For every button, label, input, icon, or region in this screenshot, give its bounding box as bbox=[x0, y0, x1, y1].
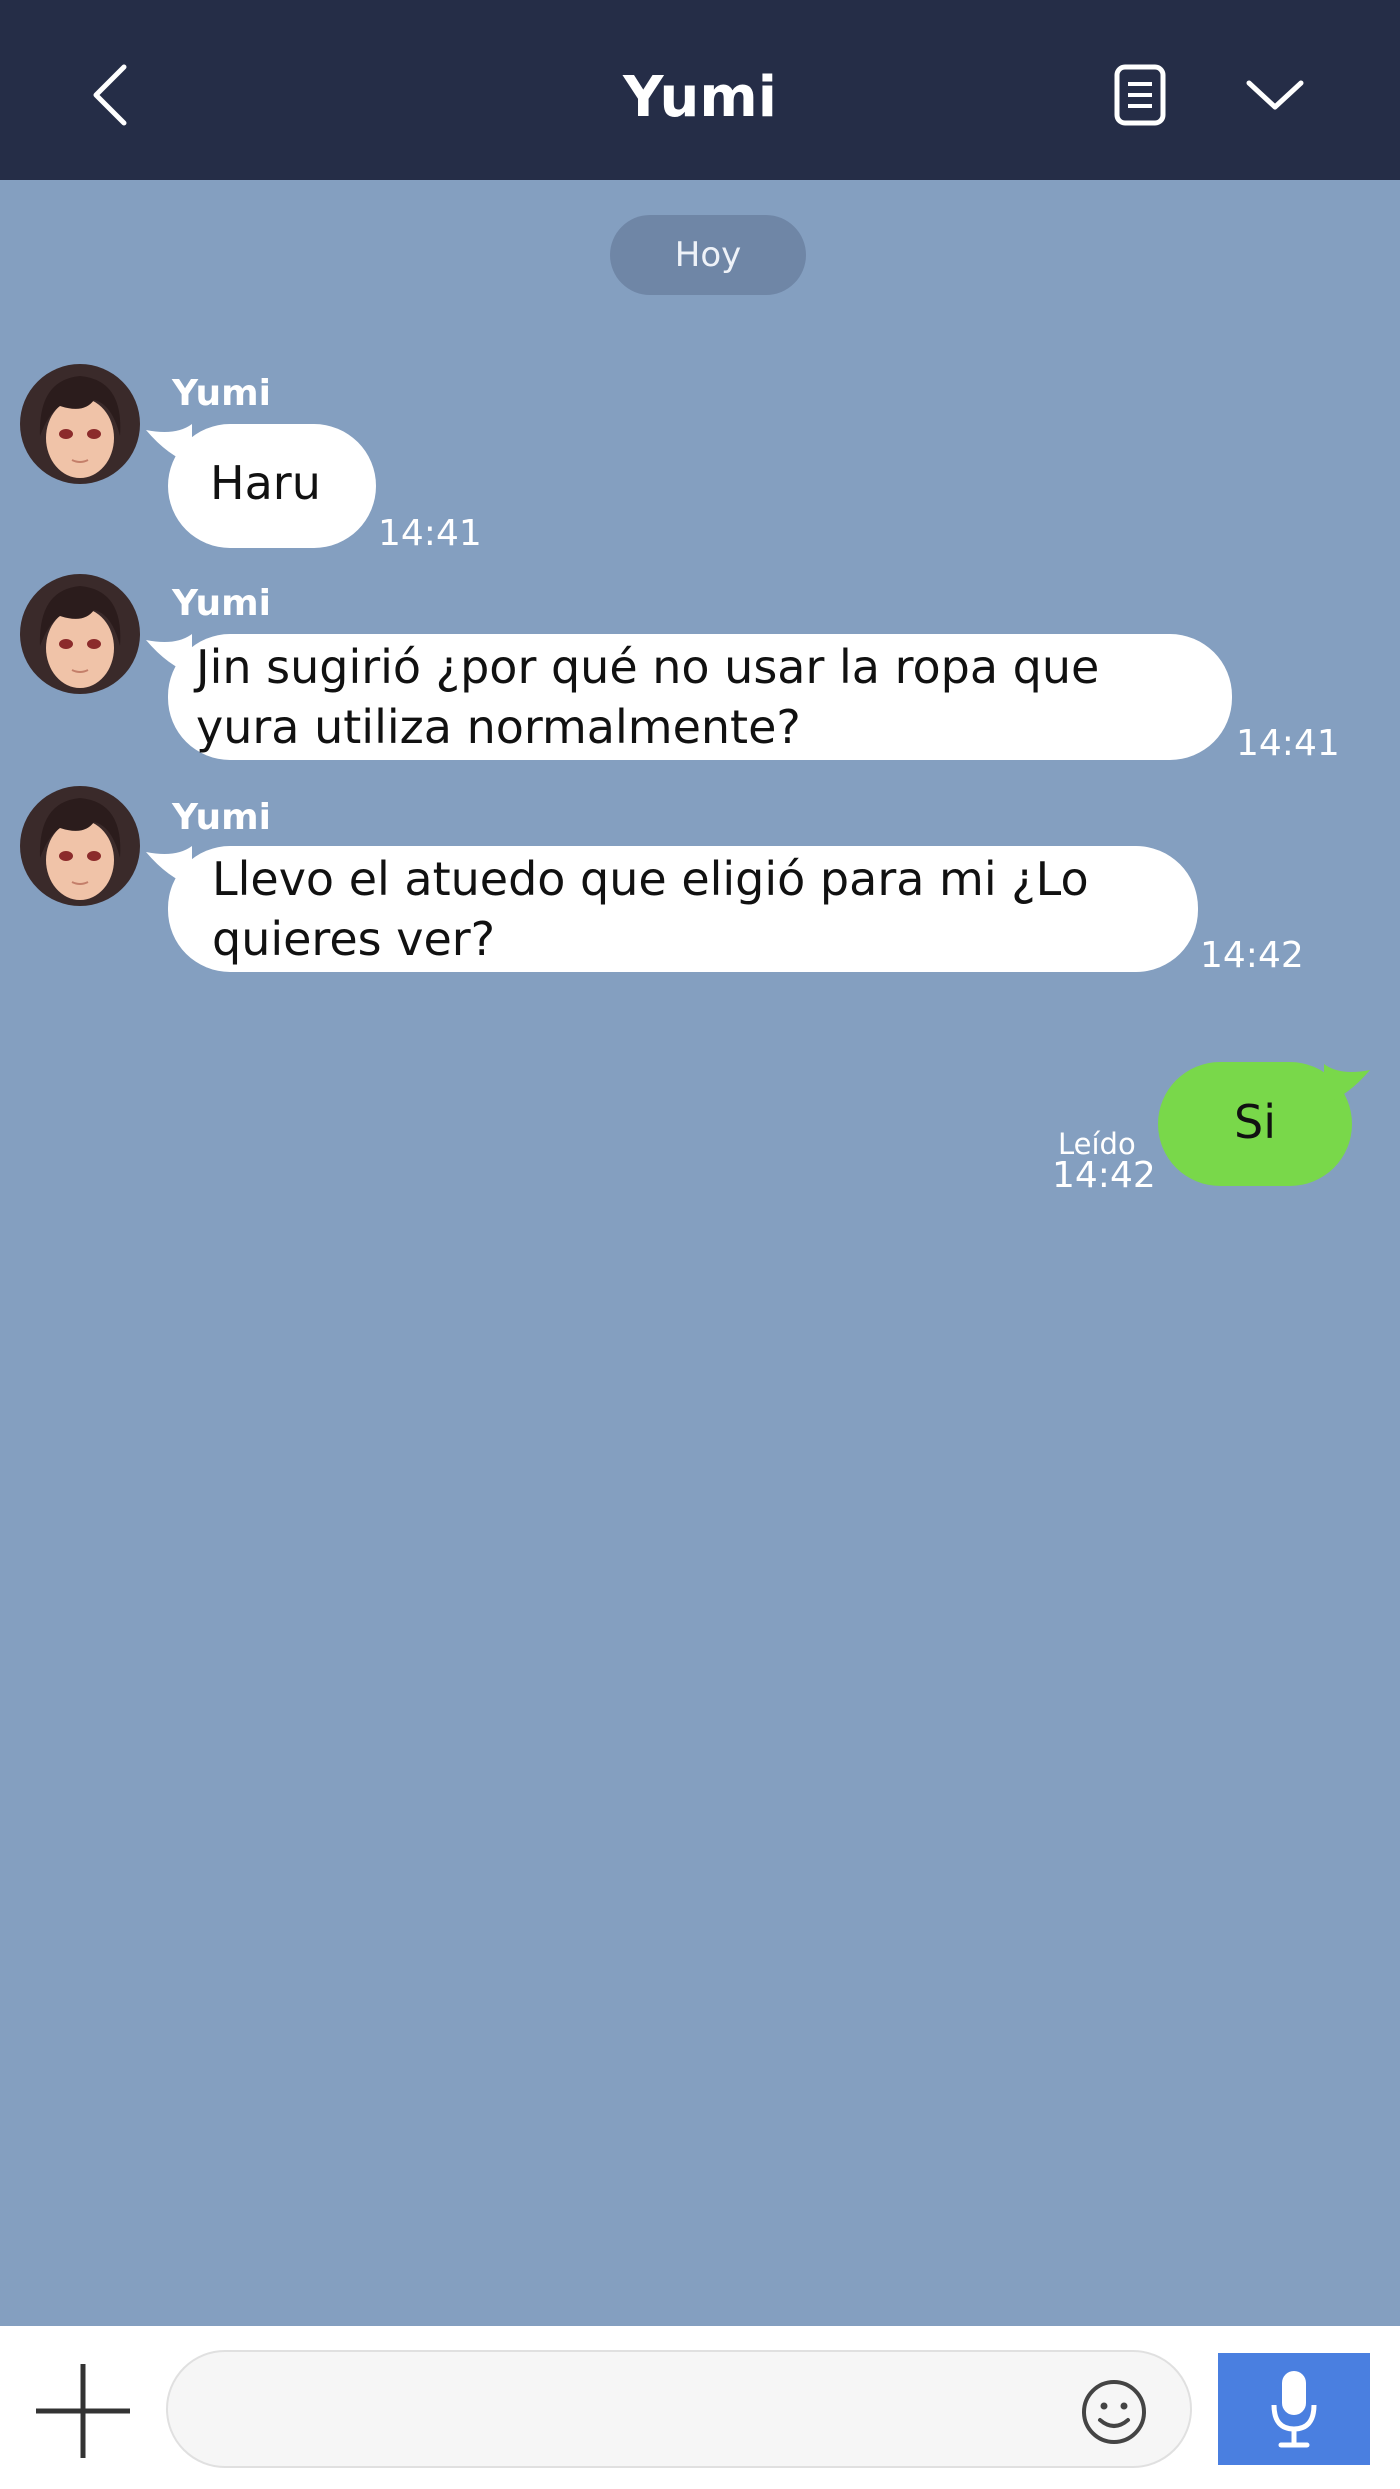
emoji-button[interactable] bbox=[1078, 2376, 1150, 2448]
message-bubble[interactable]: Llevo el atuedo que eligió para mi ¿Lo q… bbox=[168, 846, 1198, 972]
avatar-image bbox=[20, 574, 140, 694]
avatar[interactable] bbox=[20, 574, 140, 694]
avatar[interactable] bbox=[20, 786, 140, 906]
chevron-left-icon bbox=[93, 64, 127, 126]
date-separator: Hoy bbox=[610, 215, 806, 295]
sender-name: Yumi bbox=[172, 583, 271, 624]
avatar-image bbox=[20, 786, 140, 906]
smiley-icon bbox=[1082, 2380, 1146, 2444]
message-time: 14:41 bbox=[378, 513, 482, 554]
message-text: Jin sugirió ¿por qué no usar la ropa que… bbox=[196, 640, 1100, 754]
voice-message-button[interactable] bbox=[1218, 2353, 1370, 2465]
add-button[interactable] bbox=[28, 2356, 138, 2466]
message-input[interactable] bbox=[166, 2350, 1192, 2468]
message-time: 14:42 bbox=[1200, 935, 1304, 976]
message-bubble[interactable]: Jin sugirió ¿por qué no usar la ropa que… bbox=[168, 634, 1232, 760]
avatar-image bbox=[20, 364, 140, 484]
notes-button[interactable] bbox=[1100, 55, 1180, 135]
chevron-down-icon bbox=[1246, 80, 1304, 110]
avatar[interactable] bbox=[20, 364, 140, 484]
back-button[interactable] bbox=[70, 50, 150, 140]
sender-name: Yumi bbox=[172, 373, 271, 414]
chat-header: Yumi bbox=[0, 0, 1400, 180]
message-composer bbox=[0, 2326, 1400, 2489]
message-text: Si bbox=[1234, 1095, 1276, 1149]
message-text: Llevo el atuedo que eligió para mi ¿Lo q… bbox=[212, 852, 1089, 966]
notes-icon bbox=[1114, 64, 1166, 126]
plus-icon bbox=[36, 2364, 130, 2458]
chat-title: Yumi bbox=[623, 65, 777, 130]
message-text: Haru bbox=[210, 456, 321, 510]
message-bubble[interactable]: Haru bbox=[168, 424, 376, 548]
message-time: 14:41 bbox=[1236, 723, 1340, 764]
message-bubble-outgoing[interactable]: Si bbox=[1158, 1062, 1352, 1186]
message-time: 14:42 bbox=[1052, 1155, 1156, 1196]
microphone-icon bbox=[1271, 2371, 1317, 2448]
sender-name: Yumi bbox=[172, 797, 271, 838]
menu-dropdown-button[interactable] bbox=[1230, 55, 1320, 135]
bubble-tail bbox=[1324, 1064, 1370, 1104]
